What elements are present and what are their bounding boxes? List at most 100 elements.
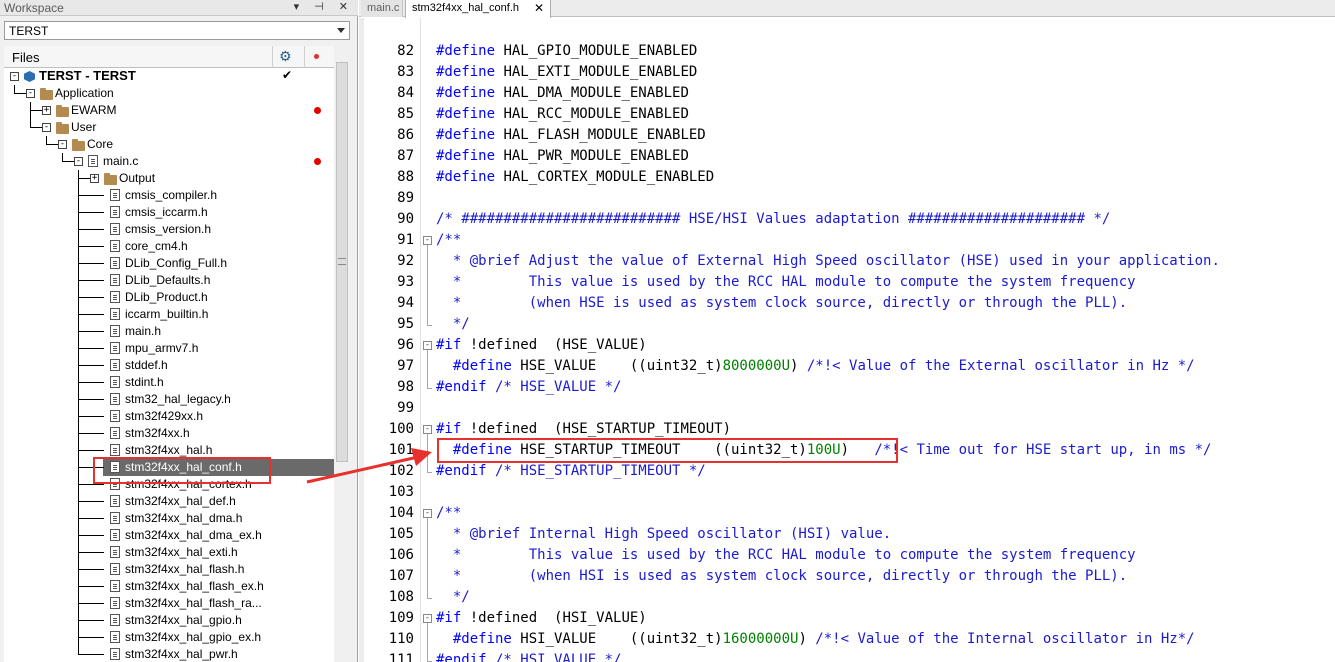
fold-collapse-icon[interactable]: - — [423, 425, 432, 434]
code-line: #define HSI_VALUE ((uint32_t)16000000U) … — [436, 629, 1195, 650]
tree-file[interactable]: - main.c — [4, 153, 334, 170]
code-token: HAL_FLASH_MODULE_ENABLED — [495, 127, 706, 143]
line-number: 95 — [397, 316, 414, 332]
tree-file[interactable]: stm32f4xx.h — [4, 425, 334, 442]
code-line: #define HAL_GPIO_MODULE_ENABLED — [436, 41, 697, 62]
tree-folder[interactable]: - Core — [4, 136, 334, 153]
collapse-icon[interactable]: - — [74, 157, 83, 166]
line-number: 110 — [388, 631, 414, 647]
tree-scrollbar[interactable] — [334, 62, 350, 662]
tree-file[interactable]: main.h — [4, 323, 334, 340]
line-number: 83 — [397, 64, 414, 80]
tree-file[interactable]: DLib_Defaults.h — [4, 272, 334, 289]
workspace-window-buttons[interactable]: ▾ ⊣ ✕ — [294, 0, 354, 13]
tab-main-c[interactable]: main.c — [361, 0, 403, 17]
expand-icon[interactable]: + — [42, 106, 51, 115]
scrollbar-grip-icon — [338, 258, 346, 265]
code-token: #define — [436, 148, 496, 164]
tree-project[interactable]: - TERST - TERST ✔ — [4, 68, 334, 85]
collapse-icon[interactable]: - — [42, 123, 51, 132]
code-editor: main.c stm32f4xx_hal_conf.h ✕ 82 #define … — [359, 0, 1335, 662]
file-icon — [110, 631, 120, 643]
tree-file[interactable]: stm32f4xx_hal_flash_ra... — [4, 595, 334, 612]
tree-file[interactable]: stm32f4xx_hal_flash.h — [4, 561, 334, 578]
tree-file[interactable]: stm32f4xx_hal_dma_ex.h — [4, 527, 334, 544]
chevron-down-icon[interactable] — [337, 28, 345, 33]
tree-file[interactable]: stm32f4xx_hal_dma.h — [4, 510, 334, 527]
file-icon — [110, 325, 120, 337]
collapse-icon[interactable]: - — [58, 140, 67, 149]
code-token: ) — [798, 631, 816, 647]
tree-file[interactable]: DLib_Product.h — [4, 289, 334, 306]
code-line: * @brief Internal High Speed oscillator … — [436, 524, 891, 545]
tree-file[interactable]: stm32f4xx_hal_gpio_ex.h — [4, 629, 334, 646]
tree-item-label: DLib_Config_Full.h — [125, 256, 228, 270]
code-token: #if — [436, 610, 462, 626]
tree-file[interactable]: iccarm_builtin.h — [4, 306, 334, 323]
tree-file[interactable]: mpu_armv7.h — [4, 340, 334, 357]
fold-collapse-icon[interactable]: - — [423, 236, 432, 245]
code-token: HAL_PWR_MODULE_ENABLED — [495, 148, 689, 164]
tree-file[interactable]: stddef.h — [4, 357, 334, 374]
file-icon — [110, 563, 120, 575]
tree-file[interactable]: stm32f4xx_hal_gpio.h — [4, 612, 334, 629]
line-number: 111 — [388, 652, 414, 662]
collapse-icon[interactable]: - — [10, 72, 19, 81]
breakpoint-column-icon — [314, 54, 319, 59]
folder-icon — [40, 88, 53, 100]
tree-file[interactable]: cmsis_compiler.h — [4, 187, 334, 204]
tree-file[interactable]: stm32_hal_legacy.h — [4, 391, 334, 408]
code-line: * (when HSE is used as system clock sour… — [436, 293, 1127, 314]
collapse-icon[interactable]: - — [26, 89, 35, 98]
tree-item-label: iccarm_builtin.h — [125, 307, 209, 321]
tree-item-label: Core — [87, 137, 114, 151]
fold-collapse-icon[interactable]: - — [423, 509, 432, 518]
line-number: 86 — [397, 127, 414, 143]
line-number: 102 — [388, 463, 414, 479]
code-token: /*!< Value of the External oscillator in… — [806, 358, 1195, 374]
line-number: 109 — [388, 610, 414, 626]
code-token: */ — [436, 316, 470, 332]
tree-file[interactable]: stm32f4xx_hal_def.h — [4, 493, 334, 510]
close-icon[interactable]: ✕ — [534, 1, 544, 15]
fold-collapse-icon[interactable]: - — [423, 614, 432, 623]
code-token: HSI_VALUE ((uint32_t) — [511, 631, 723, 647]
tree-item-label: main.c — [103, 154, 139, 168]
tree-file[interactable]: stm32f4xx_hal_exti.h — [4, 544, 334, 561]
tree-item-label: stm32f4xx_hal_exti.h — [125, 545, 238, 559]
file-icon — [110, 240, 120, 252]
gear-icon[interactable]: ⚙ — [279, 48, 292, 65]
tree-folder[interactable]: - User — [4, 119, 334, 136]
code-token: /*!< Time out for HSE start up, in ms */ — [874, 442, 1212, 458]
configuration-dropdown[interactable]: TERST — [4, 21, 350, 40]
line-number: 90 — [397, 211, 414, 227]
tree-file[interactable]: core_cm4.h — [4, 238, 334, 255]
fold-collapse-icon[interactable]: - — [423, 341, 432, 350]
tab-stm32f4xx-hal-conf-h[interactable]: stm32f4xx_hal_conf.h ✕ — [405, 0, 551, 18]
code-line: /** — [436, 230, 461, 251]
code-token: HAL_EXTI_MODULE_ENABLED — [495, 64, 698, 80]
tree-folder[interactable]: - Application — [4, 85, 334, 102]
tree-folder[interactable]: + EWARM — [4, 102, 334, 119]
code-token: */ — [436, 589, 470, 605]
code-token: HAL_CORTEX_MODULE_ENABLED — [495, 169, 715, 185]
code-line: #define HAL_RCC_MODULE_ENABLED — [436, 104, 689, 125]
line-number: 101 — [388, 442, 414, 458]
tree-file[interactable]: stm32f4xx_hal_pwr.h — [4, 646, 334, 662]
tree-file[interactable]: stm32f4xx_hal_flash_ex.h — [4, 578, 334, 595]
tree-file[interactable]: stdint.h — [4, 374, 334, 391]
tree-file[interactable]: cmsis_version.h — [4, 221, 334, 238]
tree-folder[interactable]: + Output — [4, 170, 334, 187]
code-line: #define HSE_VALUE ((uint32_t)8000000U) /… — [436, 356, 1195, 377]
tree-file[interactable]: cmsis_iccarm.h — [4, 204, 334, 221]
code-line: */ — [436, 314, 470, 335]
expand-icon[interactable]: + — [90, 174, 99, 183]
file-icon — [110, 512, 120, 524]
files-label: Files — [12, 50, 40, 65]
code-token: #define — [436, 127, 496, 143]
code-token: ) — [790, 358, 807, 374]
file-icon — [110, 257, 120, 269]
tree-file[interactable]: stm32f429xx.h — [4, 408, 334, 425]
tree-file[interactable]: DLib_Config_Full.h — [4, 255, 334, 272]
code-token: #endif — [436, 463, 487, 479]
